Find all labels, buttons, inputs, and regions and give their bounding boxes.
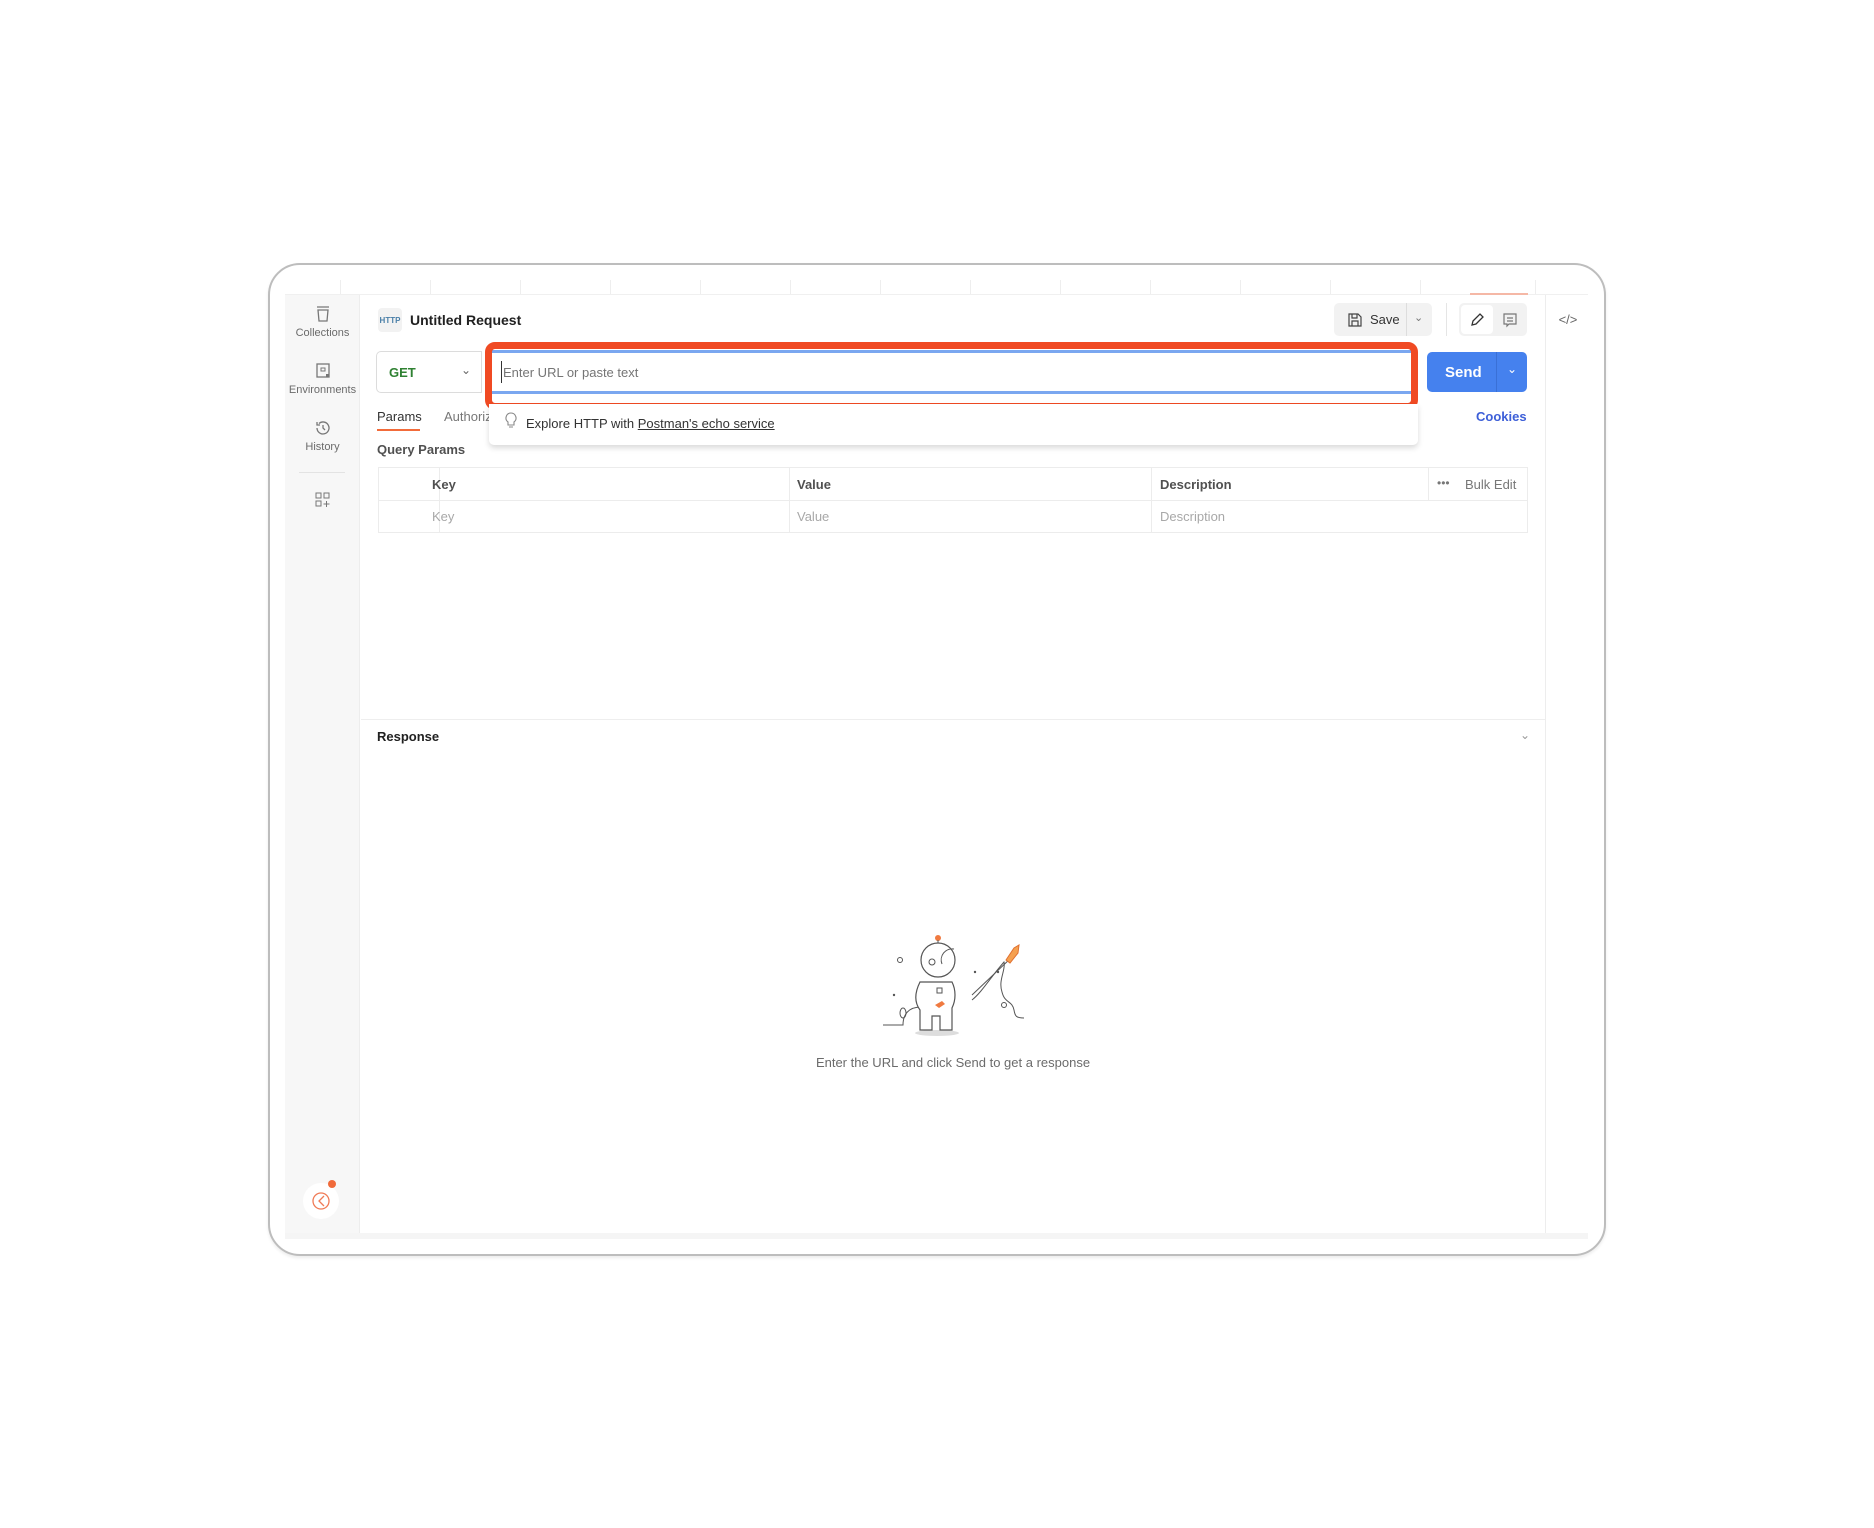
sidebar-item-collections[interactable]: Collections: [285, 305, 360, 339]
value-input[interactable]: Value: [797, 509, 829, 524]
add-apps-icon: [315, 492, 329, 507]
environments-icon: [315, 363, 330, 378]
key-input[interactable]: Key: [432, 509, 454, 524]
chevron-down-icon: ⌄: [461, 363, 472, 377]
view-toggle: [1459, 303, 1527, 336]
collections-icon: [316, 306, 329, 322]
pencil-icon: [1471, 312, 1484, 326]
edit-button[interactable]: [1461, 305, 1493, 334]
url-suggestion-dropdown: Explore HTTP with Postman's echo service: [489, 404, 1418, 445]
query-params-title: Query Params: [377, 442, 466, 457]
sidebar-item-label: Collections: [295, 327, 350, 339]
description-input[interactable]: Description: [1160, 509, 1225, 524]
sidebar-item-label: Environments: [288, 384, 357, 396]
response-empty-message: Enter the URL and click Send to get a re…: [815, 1055, 1091, 1070]
tab-strip: [285, 278, 1588, 295]
save-button[interactable]: Save ⌄: [1334, 303, 1432, 336]
method-value: GET: [389, 365, 416, 380]
history-icon: [315, 421, 330, 435]
send-button[interactable]: Send ⌄: [1427, 352, 1527, 392]
comments-button[interactable]: [1495, 305, 1525, 334]
method-select[interactable]: GET ⌄: [376, 351, 482, 393]
url-input-container: [490, 350, 1414, 394]
request-title[interactable]: Untitled Request: [410, 312, 521, 328]
column-header-description: Description: [1160, 477, 1232, 492]
response-title: Response: [377, 729, 440, 744]
response-divider: [361, 719, 1545, 720]
notification-dot: [328, 1180, 336, 1188]
sidebar-item-add-apps[interactable]: [285, 491, 360, 513]
bulk-edit-button[interactable]: Bulk Edit: [1465, 477, 1516, 492]
suggestion-text: Explore HTTP with: [526, 416, 638, 431]
runner-button[interactable]: [303, 1180, 339, 1219]
code-snippet-button[interactable]: </>: [1556, 309, 1580, 329]
save-label: Save: [1370, 312, 1400, 327]
column-header-key: Key: [432, 477, 456, 492]
comment-icon: [1503, 312, 1517, 327]
column-header-value: Value: [797, 477, 831, 492]
cookies-link[interactable]: Cookies: [1476, 409, 1527, 424]
save-icon: [1348, 312, 1362, 327]
http-icon: HTTP: [378, 308, 402, 332]
code-icon: </>: [1558, 311, 1578, 327]
status-bar: [285, 1233, 1588, 1239]
tab-params[interactable]: Params: [377, 409, 422, 424]
sidebar-item-history[interactable]: History: [285, 419, 360, 453]
astronaut-illustration: [883, 935, 1025, 1036]
response-collapse-chevron-icon[interactable]: ⌄: [1520, 728, 1530, 742]
suggestion-item[interactable]: Explore HTTP with Postman's echo service: [526, 416, 775, 431]
echo-service-link[interactable]: Postman's echo service: [638, 416, 775, 431]
params-table: Key Value Description ••• Bulk Edit Key …: [378, 467, 1528, 533]
sidebar-divider: [299, 472, 345, 473]
active-tab-underline: [377, 429, 420, 431]
sidebar: Collections Environments History: [285, 295, 360, 1233]
send-dropdown-chevron-icon[interactable]: ⌄: [1507, 362, 1517, 376]
send-label: Send: [1445, 363, 1482, 381]
tab-authorization[interactable]: Authoriz: [444, 409, 489, 424]
more-options-button[interactable]: •••: [1437, 476, 1450, 490]
save-dropdown-chevron-icon[interactable]: ⌄: [1414, 311, 1423, 324]
sidebar-item-environments[interactable]: Environments: [285, 362, 360, 396]
right-panel: </>: [1545, 295, 1588, 1233]
sidebar-item-label: History: [305, 441, 340, 453]
lightbulb-icon: [505, 412, 517, 428]
url-input[interactable]: [501, 361, 1401, 383]
runner-icon: [312, 1192, 330, 1210]
